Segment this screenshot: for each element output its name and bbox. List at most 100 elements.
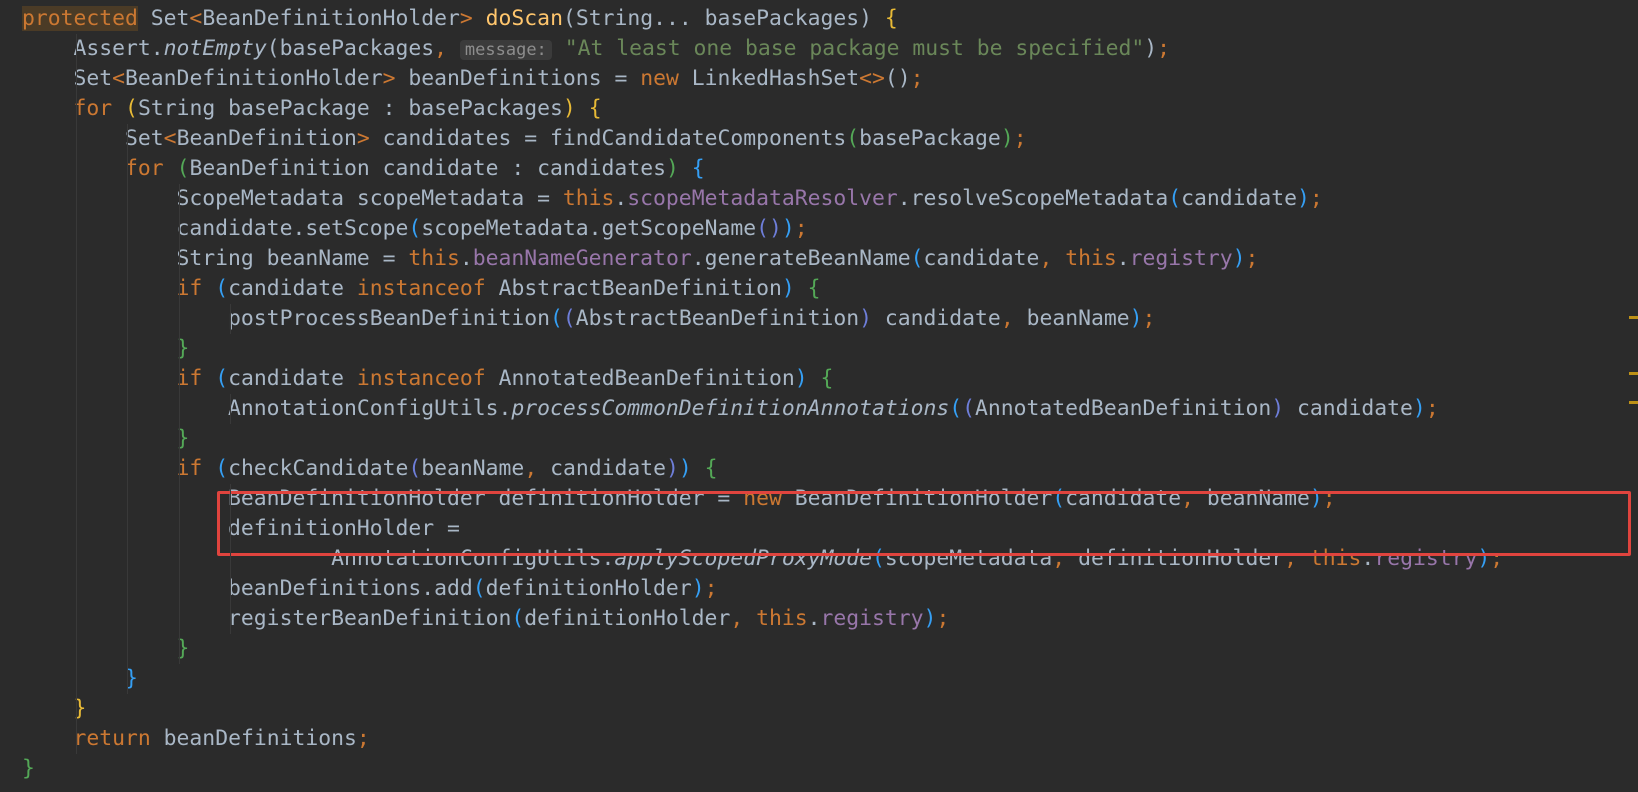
code-token: for [125, 156, 164, 181]
scrollbar-markers[interactable] [1628, 0, 1638, 792]
code-line[interactable]: for (String basePackage : basePackages) … [0, 94, 1638, 124]
indent-guide [230, 484, 232, 634]
code-token: processCommonDefinitionAnnotations [511, 396, 950, 421]
warning-marker[interactable] [1629, 316, 1638, 319]
code-token: ) [781, 216, 795, 241]
code-line[interactable]: registerBeanDefinition(definitionHolder,… [0, 604, 1638, 634]
code-token: scopeMetadata [884, 546, 1053, 571]
code-lines[interactable]: protected Set<BeanDefinitionHolder> doSc… [0, 4, 1638, 784]
code-token: ) [1144, 36, 1158, 61]
code-token: () [756, 216, 782, 241]
code-token: definitionHolder [485, 576, 692, 601]
code-token: registry [1374, 546, 1478, 571]
code-token: scopeMetadata.getScopeName [421, 216, 757, 241]
code-token: ( [910, 246, 924, 271]
code-token: ) [923, 606, 937, 631]
code-token: new [743, 486, 782, 511]
warning-marker[interactable] [1629, 372, 1638, 375]
code-line[interactable]: definitionHolder = [0, 514, 1638, 544]
code-token: this [1065, 246, 1117, 271]
code-line[interactable]: for (BeanDefinition candidate : candidat… [0, 154, 1638, 184]
code-token: ( [408, 216, 422, 241]
code-token: ; [1309, 186, 1323, 211]
code-token: String beanName = [22, 246, 409, 271]
code-line[interactable]: if (checkCandidate(beanName, candidate))… [0, 454, 1638, 484]
code-token: return [73, 726, 151, 751]
code-line[interactable]: } [0, 694, 1638, 724]
code-token: ) [1232, 246, 1246, 271]
code-token: . [459, 246, 473, 271]
code-line-text: String beanName = this.beanNameGenerator… [22, 244, 1259, 274]
code-line[interactable]: Set<BeanDefinition> candidates = findCan… [0, 124, 1638, 154]
code-line[interactable]: Set<BeanDefinitionHolder> beanDefinition… [0, 64, 1638, 94]
code-token: } [22, 756, 35, 781]
code-line[interactable]: BeanDefinitionHolder definitionHolder = … [0, 484, 1638, 514]
code-token: { [588, 96, 602, 121]
code-line[interactable]: ScopeMetadata scopeMetadata = this.scope… [0, 184, 1638, 214]
code-line-text: BeanDefinitionHolder definitionHolder = … [22, 484, 1336, 514]
code-token: instanceof [356, 276, 486, 301]
code-token: . [614, 186, 628, 211]
code-line[interactable]: } [0, 754, 1638, 784]
code-token: notEmpty [163, 36, 267, 61]
code-token: AnnotatedBeanDefinition [975, 396, 1272, 421]
code-line-text: definitionHolder = [22, 514, 460, 544]
code-line[interactable]: String beanName = this.beanNameGenerator… [0, 244, 1638, 274]
code-line[interactable]: if (candidate instanceof AnnotatedBeanDe… [0, 364, 1638, 394]
code-line[interactable]: } [0, 424, 1638, 454]
warning-marker[interactable] [1629, 401, 1638, 404]
code-line-text: } [22, 424, 190, 454]
code-token: BeanDefinitionHolder [202, 6, 460, 31]
code-token: ) [1297, 186, 1310, 211]
code-token: registerBeanDefinition [22, 606, 512, 631]
code-line-text: if (candidate instanceof AnnotatedBeanDe… [22, 364, 834, 394]
code-line[interactable]: return beanDefinitions; [0, 724, 1638, 754]
code-line[interactable]: } [0, 664, 1638, 694]
code-line[interactable]: } [0, 634, 1638, 664]
code-token: , [434, 36, 448, 61]
code-line[interactable]: AnnotationConfigUtils.applyScopedProxyMo… [0, 544, 1638, 574]
code-token: AnnotatedBeanDefinition [485, 366, 795, 391]
code-line[interactable]: if (candidate instanceof AbstractBeanDef… [0, 274, 1638, 304]
code-token: AbstractBeanDefinition [575, 306, 860, 331]
code-line[interactable]: candidate.setScope(scopeMetadata.getScop… [0, 214, 1638, 244]
code-token: String basePackage : basePackages [137, 96, 563, 121]
code-line[interactable]: protected Set<BeanDefinitionHolder> doSc… [0, 4, 1638, 34]
code-line[interactable]: beanDefinitions.add(definitionHolder); [0, 574, 1638, 604]
code-token: ; [1425, 396, 1439, 421]
code-token: beanDefinitions = [395, 66, 641, 91]
code-token: beanDefinitions.add [22, 576, 473, 601]
code-token: candidates = findCandidateComponents [369, 126, 847, 151]
code-token: ( [472, 576, 486, 601]
code-line[interactable]: postProcessBeanDefinition((AbstractBeanD… [0, 304, 1638, 334]
code-token: , [1284, 546, 1298, 571]
code-token: ) [1412, 396, 1426, 421]
code-token: registry [820, 606, 924, 631]
code-token: , [730, 606, 744, 631]
indent-guide [178, 184, 180, 664]
code-line[interactable]: AnnotationConfigUtils.processCommonDefin… [0, 394, 1638, 424]
code-line[interactable]: Assert.notEmpty(basePackages, message: "… [0, 34, 1638, 64]
code-editor[interactable]: protected Set<BeanDefinitionHolder> doSc… [0, 0, 1638, 792]
code-token: ; [794, 216, 808, 241]
code-line[interactable]: } [0, 334, 1638, 364]
code-token: < [189, 6, 203, 31]
code-line-text: if (candidate instanceof AbstractBeanDef… [22, 274, 821, 304]
code-token: beanName [1013, 306, 1130, 331]
code-token: candidate [228, 366, 357, 391]
